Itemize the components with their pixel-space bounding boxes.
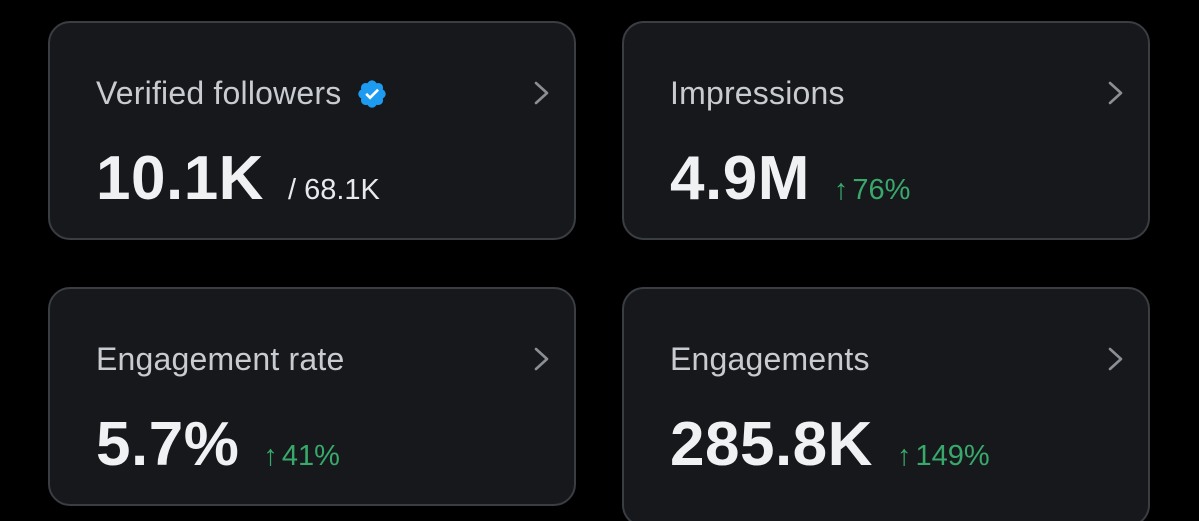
card-engagement-rate[interactable]: Engagement rate 5.7% ↑ 41% [48, 287, 576, 506]
metric-change-value: 41% [281, 440, 340, 472]
metric-change: ↑ 76% [834, 174, 911, 207]
chevron-right-icon [534, 81, 549, 105]
metric-change: ↑ 149% [897, 440, 990, 473]
chevron-right-icon [534, 347, 549, 371]
card-title: Verified followers [96, 75, 388, 112]
metric-value: 5.7% [96, 410, 240, 479]
card-title: Engagements [670, 341, 870, 378]
value-row: 285.8K ↑ 149% [670, 409, 990, 480]
card-title-text: Engagements [670, 341, 870, 377]
card-title-text: Verified followers [96, 75, 342, 111]
metric-change-value: 149% [915, 440, 990, 472]
card-title: Impressions [670, 75, 845, 112]
metric-value: 10.1K [96, 144, 264, 213]
value-row: 5.7% ↑ 41% [96, 409, 340, 480]
metric-total: / 68.1K [287, 174, 380, 206]
card-title: Engagement rate [96, 341, 345, 378]
arrow-up-icon: ↑ [263, 440, 278, 472]
chevron-right-icon [1108, 81, 1123, 105]
card-title-text: Engagement rate [96, 341, 345, 377]
card-engagements[interactable]: Engagements 285.8K ↑ 149% [622, 287, 1150, 521]
metric-change: ↑ 41% [263, 440, 340, 473]
card-impressions[interactable]: Impressions 4.9M ↑ 76% [622, 21, 1150, 240]
arrow-up-icon: ↑ [896, 440, 912, 472]
arrow-up-icon: ↑ [833, 174, 849, 206]
value-row: 4.9M ↑ 76% [670, 143, 910, 214]
analytics-grid: Verified followers 10.1K / 68.1K Impress… [0, 0, 1199, 521]
metric-value: 285.8K [670, 410, 873, 479]
verified-badge-icon [356, 78, 388, 110]
chevron-right-icon [1108, 347, 1123, 371]
card-verified-followers[interactable]: Verified followers 10.1K / 68.1K [48, 21, 576, 240]
value-row: 10.1K / 68.1K [96, 143, 380, 214]
metric-change-value: 76% [852, 174, 911, 206]
card-title-text: Impressions [670, 75, 845, 111]
metric-value: 4.9M [670, 144, 810, 213]
